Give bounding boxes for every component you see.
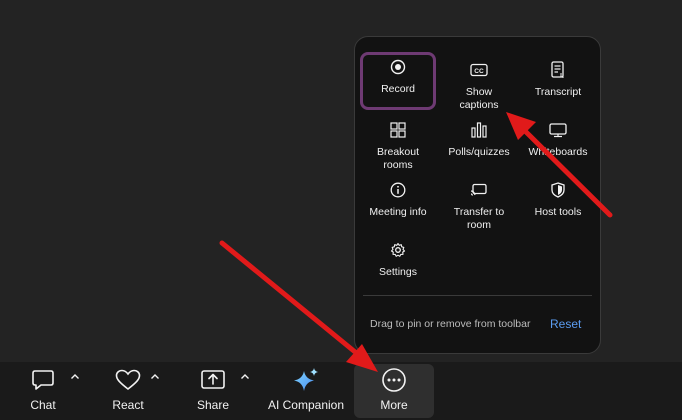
host-tools-label: Host tools (534, 206, 582, 218)
chat-icon (31, 368, 55, 392)
svg-text:CC: CC (474, 68, 484, 75)
meeting-info-menu-item[interactable]: Meeting info (360, 175, 436, 233)
chat-options-chevron-icon[interactable] (69, 370, 81, 382)
share-options-chevron-icon[interactable] (239, 370, 251, 382)
transcript-icon (550, 61, 566, 79)
whiteboards-label: Whiteboards (528, 146, 588, 158)
host-tools-menu-item[interactable]: Host tools (520, 175, 596, 233)
polls-quizzes-label: Polls/quizzes (448, 146, 510, 158)
polls-quizzes-menu-item[interactable]: Polls/quizzes (441, 115, 517, 173)
cc-icon: CC (470, 61, 488, 79)
share-label: Share (196, 398, 230, 412)
react-options-chevron-icon[interactable] (149, 370, 161, 382)
show-captions-label: Show captions (459, 86, 499, 111)
whiteboards-menu-item[interactable]: Whiteboards (520, 115, 596, 173)
drag-hint-text: Drag to pin or remove from toolbar (370, 318, 531, 330)
settings-menu-item[interactable]: Settings (360, 235, 436, 293)
more-icon (381, 368, 407, 392)
react-label: React (112, 398, 144, 412)
settings-label: Settings (379, 266, 417, 278)
sparkle-icon (292, 368, 320, 392)
heart-icon (115, 368, 141, 392)
transfer-icon (470, 181, 488, 199)
react-button[interactable]: React (102, 362, 154, 420)
show-captions-menu-item[interactable]: CC Show captions (441, 55, 517, 113)
more-label: More (380, 398, 408, 412)
chat-button[interactable]: Chat (18, 362, 68, 420)
meeting-info-label: Meeting info (369, 206, 427, 218)
chat-label: Chat (30, 398, 56, 412)
meeting-toolbar: Chat React Share AI Companion More (0, 362, 682, 420)
whiteboard-icon (549, 121, 567, 139)
transfer-to-room-menu-item[interactable]: Transfer to room (441, 175, 517, 233)
breakout-rooms-icon (390, 121, 406, 139)
more-button[interactable]: More (354, 364, 434, 418)
record-icon (390, 58, 406, 76)
record-label: Record (381, 83, 415, 95)
info-icon (390, 181, 406, 199)
gear-icon (390, 241, 406, 259)
breakout-rooms-label: Breakout rooms (376, 146, 420, 171)
share-screen-icon (200, 368, 226, 392)
transcript-label: Transcript (534, 86, 582, 98)
menu-divider (363, 295, 592, 296)
share-button[interactable]: Share (188, 362, 238, 420)
shield-icon (551, 181, 565, 199)
more-menu-popup: Record CC Show captions Transcript Break… (354, 36, 601, 354)
reset-link[interactable]: Reset (550, 317, 581, 331)
record-menu-item[interactable]: Record (360, 52, 436, 110)
breakout-rooms-menu-item[interactable]: Breakout rooms (360, 115, 436, 173)
ai-companion-label: AI Companion (267, 398, 345, 412)
ai-companion-button[interactable]: AI Companion (264, 362, 348, 420)
polls-icon (470, 121, 488, 139)
transcript-menu-item[interactable]: Transcript (520, 55, 596, 113)
transfer-to-room-label: Transfer to room (453, 206, 505, 231)
